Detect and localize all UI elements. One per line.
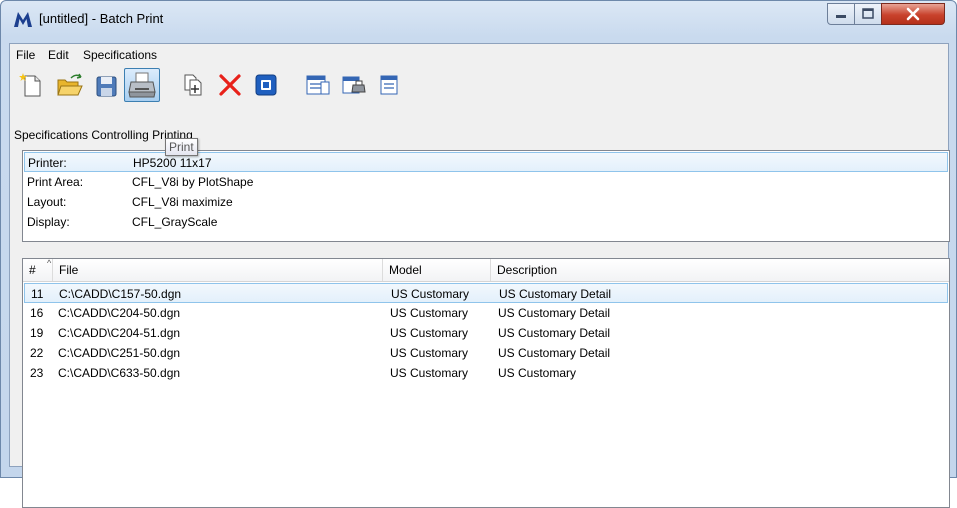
cell-number: 11	[31, 287, 44, 301]
print-button[interactable]	[124, 68, 160, 102]
spec-key: Layout:	[27, 195, 67, 209]
close-icon	[906, 7, 920, 21]
cell-model: US Customary	[390, 306, 469, 320]
table-row[interactable]: 16 C:\CADD\C204-50.dgn US Customary US C…	[24, 303, 948, 323]
toggle-button[interactable]	[248, 68, 284, 102]
sort-ascending-icon: ^	[47, 258, 52, 268]
spec-row-display[interactable]: Display: CFL_GrayScale	[24, 212, 948, 232]
column-label: #	[29, 263, 36, 277]
menu-file[interactable]: File	[16, 48, 35, 62]
cell-number: 19	[30, 326, 44, 340]
title-bar[interactable]: [untitled] - Batch Print	[1, 1, 956, 41]
table-row[interactable]: 23 C:\CADD\C633-50.dgn US Customary US C…	[24, 363, 948, 383]
file-list: # ^ File Model Description 11 C:\CADD\C1…	[22, 258, 950, 508]
column-header-description[interactable]: Description	[491, 259, 949, 281]
spec-key: Print Area:	[27, 175, 84, 189]
cell-description: US Customary Detail	[499, 287, 612, 301]
client-area: File Edit Specifications Specifications …	[9, 43, 950, 508]
spec-value: HP5200 11x17	[133, 156, 212, 170]
file-list-header: # ^ File Model Description	[23, 258, 949, 282]
sort-list-icon	[380, 75, 398, 95]
window-title: [untitled] - Batch Print	[39, 11, 164, 26]
cell-model: US Customary	[390, 346, 469, 360]
print-setup-icon	[342, 76, 366, 94]
cell-model: US Customary	[390, 366, 469, 380]
table-row[interactable]: 22 C:\CADD\C251-50.dgn US Customary US C…	[24, 343, 948, 363]
table-row[interactable]: 19 C:\CADD\C204-51.dgn US Customary US C…	[24, 323, 948, 343]
cell-file: C:\CADD\C157-50.dgn	[59, 287, 182, 301]
close-button[interactable]	[881, 3, 945, 25]
column-header-model[interactable]: Model	[383, 259, 491, 281]
cell-description: US Customary Detail	[498, 326, 611, 340]
spec-value: CFL_V8i by PlotShape	[132, 175, 254, 189]
sort-list-button[interactable]	[372, 68, 408, 102]
save-button[interactable]	[88, 68, 124, 102]
spec-value: CFL_V8i maximize	[132, 195, 233, 209]
new-button[interactable]	[14, 68, 50, 102]
open-button[interactable]	[52, 68, 88, 102]
toolbar	[10, 66, 948, 106]
spec-row-printer[interactable]: Printer: HP5200 11x17	[24, 152, 948, 172]
print-tooltip: Print	[165, 138, 198, 156]
cell-file: C:\CADD\C204-51.dgn	[58, 326, 181, 340]
toggle-icon	[255, 74, 277, 96]
column-header-number[interactable]: # ^	[23, 258, 53, 281]
cell-number: 22	[30, 346, 44, 360]
batch-print-window: [untitled] - Batch Print File Edit Speci…	[0, 0, 957, 508]
specifications-icon	[306, 75, 330, 95]
cell-number: 23	[30, 366, 44, 380]
spec-row-print-area[interactable]: Print Area: CFL_V8i by PlotShape	[24, 172, 948, 192]
minimize-button[interactable]	[827, 3, 855, 25]
specifications-list: Printer: HP5200 11x17 Print Area: CFL_V8…	[22, 150, 950, 242]
spec-value: CFL_GrayScale	[132, 215, 218, 229]
cell-model: US Customary	[391, 287, 470, 301]
open-icon	[57, 73, 83, 96]
cell-file: C:\CADD\C204-50.dgn	[58, 306, 181, 320]
menu-bar: File Edit Specifications	[10, 44, 948, 64]
add-files-button[interactable]	[176, 68, 212, 102]
cell-number: 16	[30, 306, 44, 320]
menu-edit[interactable]: Edit	[48, 48, 69, 62]
print-icon	[128, 72, 156, 98]
cell-description: US Customary Detail	[498, 306, 611, 320]
spec-row-layout[interactable]: Layout: CFL_V8i maximize	[24, 192, 948, 212]
minimize-icon	[836, 15, 846, 18]
cell-file: C:\CADD\C633-50.dgn	[58, 366, 181, 380]
cell-description: US Customary Detail	[498, 346, 611, 360]
delete-button[interactable]	[212, 68, 248, 102]
maximize-icon	[862, 8, 874, 19]
table-row[interactable]: 11 C:\CADD\C157-50.dgn US Customary US C…	[24, 283, 948, 303]
save-icon	[96, 76, 117, 97]
cell-description: US Customary	[498, 366, 577, 380]
specifications-button[interactable]	[300, 68, 336, 102]
spec-key: Printer:	[28, 156, 67, 170]
maximize-button[interactable]	[854, 3, 882, 25]
add-files-icon	[184, 74, 202, 96]
print-setup-button[interactable]	[336, 68, 372, 102]
column-header-file[interactable]: File	[53, 259, 383, 281]
microstation-icon	[14, 12, 32, 27]
spec-key: Display:	[27, 215, 70, 229]
cell-file: C:\CADD\C251-50.dgn	[58, 346, 181, 360]
menu-specifications[interactable]: Specifications	[83, 48, 157, 62]
delete-icon	[219, 74, 241, 96]
cell-model: US Customary	[390, 326, 469, 340]
new-icon	[19, 73, 41, 97]
